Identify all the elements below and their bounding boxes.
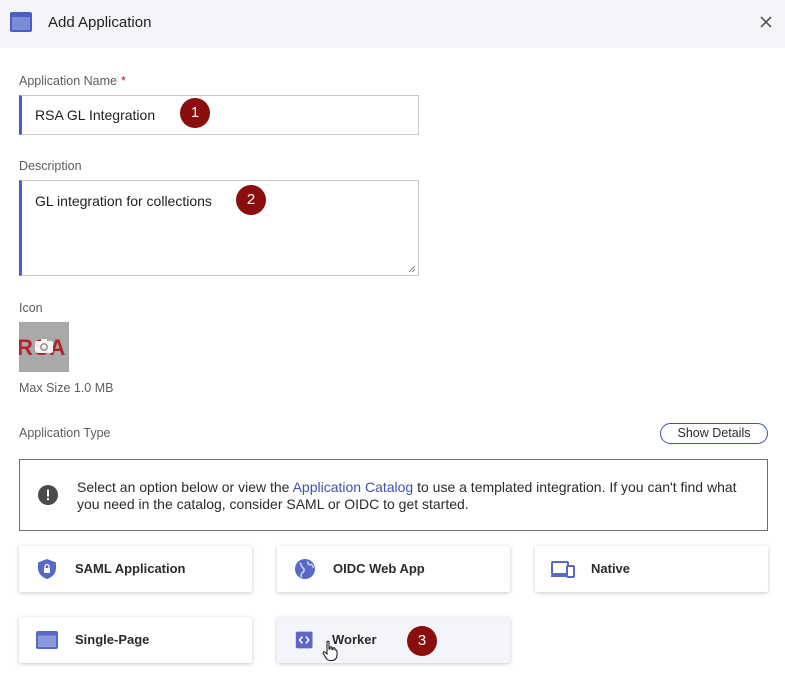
description-label: Description	[19, 159, 82, 173]
step-marker-3: 3	[407, 626, 437, 656]
saml-application-card[interactable]: SAML Application	[19, 546, 252, 592]
code-icon	[295, 631, 313, 649]
shield-lock-icon	[38, 559, 56, 579]
resize-handle-icon[interactable]	[408, 265, 416, 273]
info-text-before: Select an option below or view the	[77, 479, 293, 495]
required-marker: *	[120, 74, 126, 88]
app-name-input[interactable]: RSA GL Integration	[19, 95, 419, 135]
oidc-web-app-label: OIDC Web App	[333, 561, 425, 576]
camera-icon	[35, 339, 53, 353]
max-size-text: Max Size 1.0 MB	[19, 381, 114, 395]
window-icon	[10, 12, 32, 32]
devices-icon	[551, 561, 575, 578]
close-icon[interactable]	[756, 12, 776, 32]
oidc-web-app-card[interactable]: OIDC Web App	[277, 546, 510, 592]
alert-circle-icon	[38, 485, 58, 505]
step-marker-2: 2	[236, 185, 266, 215]
globe-icon	[295, 559, 315, 579]
info-banner: Select an option below or view the Appli…	[19, 459, 768, 531]
worker-label: Worker	[332, 632, 377, 647]
application-catalog-link[interactable]: Application Catalog	[293, 479, 414, 495]
single-page-card[interactable]: Single-Page	[19, 617, 252, 663]
worker-card[interactable]: Worker 3	[277, 617, 510, 663]
native-label: Native	[591, 561, 631, 576]
dialog-header: Add Application	[0, 0, 785, 48]
native-card[interactable]: Native	[535, 546, 768, 592]
description-textarea[interactable]: GL integration for collections	[19, 180, 419, 276]
window-icon	[36, 631, 58, 649]
info-text: Select an option below or view the Appli…	[77, 479, 747, 513]
hand-cursor-icon	[322, 640, 338, 661]
app-type-label: Application Type	[19, 426, 111, 440]
description-value: GL integration for collections	[35, 193, 212, 209]
icon-label: Icon	[19, 301, 43, 315]
app-name-label-text: Application Name	[19, 74, 117, 88]
icon-upload[interactable]: RSA	[19, 322, 69, 372]
app-name-label: Application Name *	[19, 74, 126, 88]
show-details-button[interactable]: Show Details	[660, 423, 768, 444]
dialog-title: Add Application	[48, 14, 152, 31]
step-marker-1: 1	[180, 98, 210, 128]
app-name-value: RSA GL Integration	[35, 107, 156, 123]
saml-application-label: SAML Application	[75, 561, 186, 576]
single-page-label: Single-Page	[75, 632, 150, 647]
